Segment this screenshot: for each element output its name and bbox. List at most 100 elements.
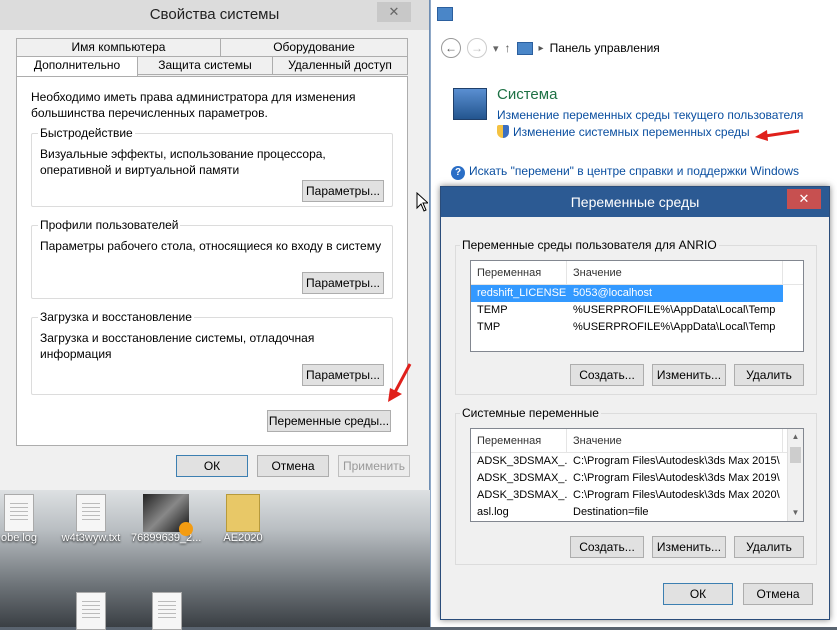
tab-computer-name[interactable]: Имя компьютера — [16, 38, 221, 57]
variable-value: C:\Program Files\Autodesk\3ds Max 2019\ — [573, 472, 780, 484]
tab-advanced[interactable]: Дополнительно — [16, 56, 138, 78]
profiles-settings-button[interactable]: Параметры... — [302, 272, 384, 294]
desktop-file[interactable] — [56, 592, 126, 630]
system-variables-list[interactable]: Переменная Значение ADSK_3DSMAX_... C:\P… — [470, 428, 804, 522]
address-bar: ← → ▾ ↑ ▸ Панель управления — [441, 36, 660, 60]
tab-system-protection[interactable]: Защита системы — [137, 56, 273, 75]
link-label: Искать "перемени" в центре справки и под… — [469, 164, 799, 178]
mouse-cursor-icon — [416, 192, 428, 212]
group-user-profiles: Профили пользователей Параметры рабочего… — [31, 218, 393, 299]
tab-hardware[interactable]: Оборудование — [220, 38, 408, 57]
uac-shield-icon — [497, 125, 509, 138]
variable-name: TMP — [477, 321, 501, 333]
list-item[interactable]: redshift_LICENSE 5053@localhost — [471, 285, 803, 302]
window-title: Свойства системы — [149, 6, 280, 23]
system-create-button[interactable]: Создать... — [570, 536, 644, 558]
list-item[interactable]: ADSK_3DSMAX_... C:\Program Files\Autodes… — [471, 487, 803, 504]
system-delete-button[interactable]: Удалить — [734, 536, 804, 558]
desktop-icon-label: obe.log — [0, 532, 38, 544]
ok-button[interactable]: ОК — [176, 455, 248, 477]
desktop-file-txt[interactable]: w4t3wyw.txt — [56, 494, 126, 544]
variable-value: %USERPROFILE%\AppData\Local\Temp — [573, 304, 776, 316]
back-button[interactable]: ← — [441, 38, 461, 58]
control-panel-icon — [516, 41, 533, 55]
document-icon — [4, 494, 34, 532]
list-item[interactable]: TEMP %USERPROFILE%\AppData\Local\Temp — [471, 302, 803, 319]
help-icon: ? — [451, 166, 465, 180]
tab-row-bottom: Дополнительно Защита системы Удаленный д… — [16, 56, 408, 78]
group-user-variables: Переменные среды пользователя для ANRIO … — [455, 238, 817, 395]
variable-name: TEMP — [477, 304, 508, 316]
variable-value: %USERPROFILE%\AppData\Local\Temp — [573, 321, 776, 333]
column-header-value[interactable]: Значение — [567, 429, 783, 452]
tab-panel-advanced: Необходимо иметь права администратора дл… — [16, 76, 408, 446]
cancel-button[interactable]: Отмена — [743, 583, 813, 605]
close-icon: ✕ — [388, 4, 400, 19]
list-item[interactable]: ADSK_3DSMAX_... C:\Program Files\Autodes… — [471, 453, 803, 470]
user-create-button[interactable]: Создать... — [570, 364, 644, 386]
document-icon — [152, 592, 182, 630]
scrollbar-thumb[interactable] — [790, 447, 801, 463]
variable-name: ADSK_3DSMAX_... — [477, 472, 567, 484]
up-button[interactable]: ↑ — [505, 41, 511, 55]
tab-remote[interactable]: Удаленный доступ — [272, 56, 408, 75]
variable-name: asl.log — [477, 506, 509, 518]
desktop-file-video[interactable]: 76899639_2... — [131, 494, 201, 544]
startup-settings-button[interactable]: Параметры... — [302, 364, 384, 386]
system-properties-window: Свойства системы ✕ Имя компьютера Оборуд… — [0, 0, 430, 490]
performance-settings-button[interactable]: Параметры... — [302, 180, 384, 202]
vlc-badge-icon — [179, 522, 193, 536]
system-edit-button[interactable]: Изменить... — [652, 536, 726, 558]
link-label: Изменение системных переменных среды — [513, 125, 750, 139]
group-system-variables: Системные переменные Переменная Значение… — [455, 406, 817, 565]
cancel-button[interactable]: Отмена — [257, 455, 329, 477]
dialog-titlebar[interactable]: Переменные среды ✕ — [441, 187, 829, 217]
column-header-variable[interactable]: Переменная — [471, 429, 567, 452]
control-panel-titlebar[interactable] — [431, 0, 837, 30]
red-arrow-icon — [755, 129, 800, 141]
link-user-env-vars[interactable]: Изменение переменных среды текущего поль… — [497, 108, 803, 122]
column-header-variable[interactable]: Переменная — [471, 261, 567, 284]
list-item[interactable]: TMP %USERPROFILE%\AppData\Local\Temp — [471, 319, 803, 336]
window-titlebar[interactable]: Свойства системы ✕ — [0, 0, 429, 30]
breadcrumb[interactable]: Панель управления — [550, 41, 660, 55]
group-title: Загрузка и восстановление — [38, 310, 194, 324]
desktop-icon-label: w4t3wyw.txt — [61, 532, 121, 544]
close-button[interactable]: ✕ — [377, 2, 411, 22]
user-variables-list[interactable]: Переменная Значение redshift_LICENSE 505… — [470, 260, 804, 352]
close-button[interactable]: ✕ — [787, 189, 821, 209]
group-title: Профили пользователей — [38, 218, 181, 232]
scroll-down-icon[interactable]: ▼ — [788, 505, 803, 521]
list-item[interactable]: asl.log Destination=file — [471, 504, 803, 521]
video-thumbnail-icon — [143, 494, 193, 536]
desktop-file-log[interactable]: obe.log — [0, 494, 54, 544]
ok-button[interactable]: ОК — [663, 583, 733, 605]
scroll-up-icon[interactable]: ▲ — [788, 429, 803, 445]
column-header-value[interactable]: Значение — [567, 261, 783, 284]
group-description: Визуальные эффекты, использование процес… — [40, 147, 326, 177]
recent-pages-dropdown[interactable]: ▾ — [493, 42, 499, 55]
variable-value: C:\Program Files\Autodesk\3ds Max 2015\ — [573, 455, 780, 467]
link-system-env-vars[interactable]: Изменение системных переменных среды — [497, 125, 750, 139]
help-search-link[interactable]: ? Искать "перемени" в центре справки и по… — [451, 164, 799, 180]
control-panel-icon — [437, 7, 453, 21]
variable-name: ADSK_3DSMAX_... — [477, 489, 567, 501]
environment-variables-dialog: Переменные среды ✕ Переменные среды поль… — [440, 186, 830, 620]
user-delete-button[interactable]: Удалить — [734, 364, 804, 386]
dialog-title: Переменные среды — [570, 194, 700, 210]
user-edit-button[interactable]: Изменить... — [652, 364, 726, 386]
list-item[interactable]: ADSK_3DSMAX_... C:\Program Files\Autodes… — [471, 470, 803, 487]
vertical-scrollbar[interactable]: ▲ ▼ — [787, 429, 803, 521]
system-icon — [453, 88, 487, 120]
forward-button[interactable]: → — [467, 38, 487, 58]
result-title[interactable]: Система — [497, 86, 557, 103]
apply-button[interactable]: Применить — [338, 455, 410, 477]
desktop-file[interactable] — [132, 592, 202, 630]
group-description: Параметры рабочего стола, относящиеся ко… — [40, 239, 382, 253]
breadcrumb-separator: ▸ — [538, 42, 544, 54]
red-arrow-icon — [388, 363, 412, 402]
group-title: Переменные среды пользователя для ANRIO — [460, 238, 719, 252]
desktop-folder[interactable]: AE2020 — [208, 494, 278, 544]
environment-variables-button[interactable]: Переменные среды... — [267, 410, 391, 432]
list-header: Переменная Значение — [471, 429, 803, 453]
